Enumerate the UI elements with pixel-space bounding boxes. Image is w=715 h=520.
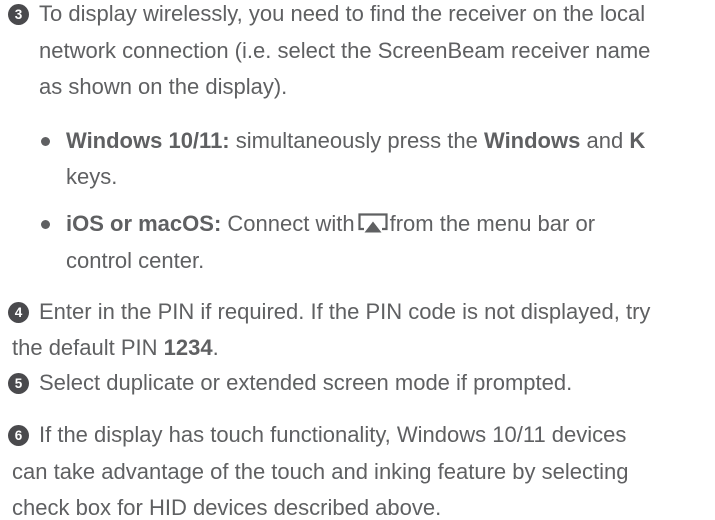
bullet-text-line: Windows 10/11: simultaneously press the …: [66, 129, 645, 153]
bullet-text: and: [586, 128, 624, 153]
step-number-badge: 6: [8, 425, 29, 446]
step-text: the default PIN: [12, 335, 158, 360]
bullet-text: from the menu bar or: [389, 211, 596, 236]
bullet-text: Connect with: [227, 211, 355, 236]
step-text-line: the default PIN 1234.: [12, 336, 219, 360]
bullet-dot: [41, 220, 50, 229]
step-text-line: check box for HID devices described abov…: [12, 495, 442, 520]
step-text-line: can take advantage of the touch and inki…: [12, 459, 629, 484]
step-number-badge: 4: [8, 302, 29, 323]
bullet-label: Windows 10/11:: [66, 128, 230, 153]
bullet-text-line: control center.: [66, 248, 205, 273]
airplay-icon: [357, 213, 388, 233]
bullet-text: simultaneously press the: [235, 128, 478, 153]
bullet-dot: [41, 137, 50, 146]
step-number-badge: 5: [8, 373, 29, 394]
step-text: .: [212, 335, 219, 360]
bullet-text-line: iOS or macOS: Connect with from the menu…: [66, 212, 595, 236]
bullet-label: iOS or macOS:: [66, 211, 222, 236]
step-number-badge: 3: [8, 4, 29, 25]
step-text-line: network connection (i.e. select the Scre…: [39, 38, 651, 63]
step-text-line: To display wirelessly, you need to find …: [39, 1, 646, 26]
step-text-line: Enter in the PIN if required. If the PIN…: [39, 299, 651, 324]
step-text-line: If the display has touch functionality, …: [39, 422, 627, 447]
step-text-line: as shown on the display).: [39, 74, 288, 99]
key-name: Windows: [484, 128, 581, 153]
default-pin: 1234: [163, 335, 213, 360]
step-text-line: Select duplicate or extended screen mode…: [39, 370, 573, 395]
bullet-text-line: keys.: [66, 164, 118, 189]
key-name: K: [629, 128, 646, 153]
